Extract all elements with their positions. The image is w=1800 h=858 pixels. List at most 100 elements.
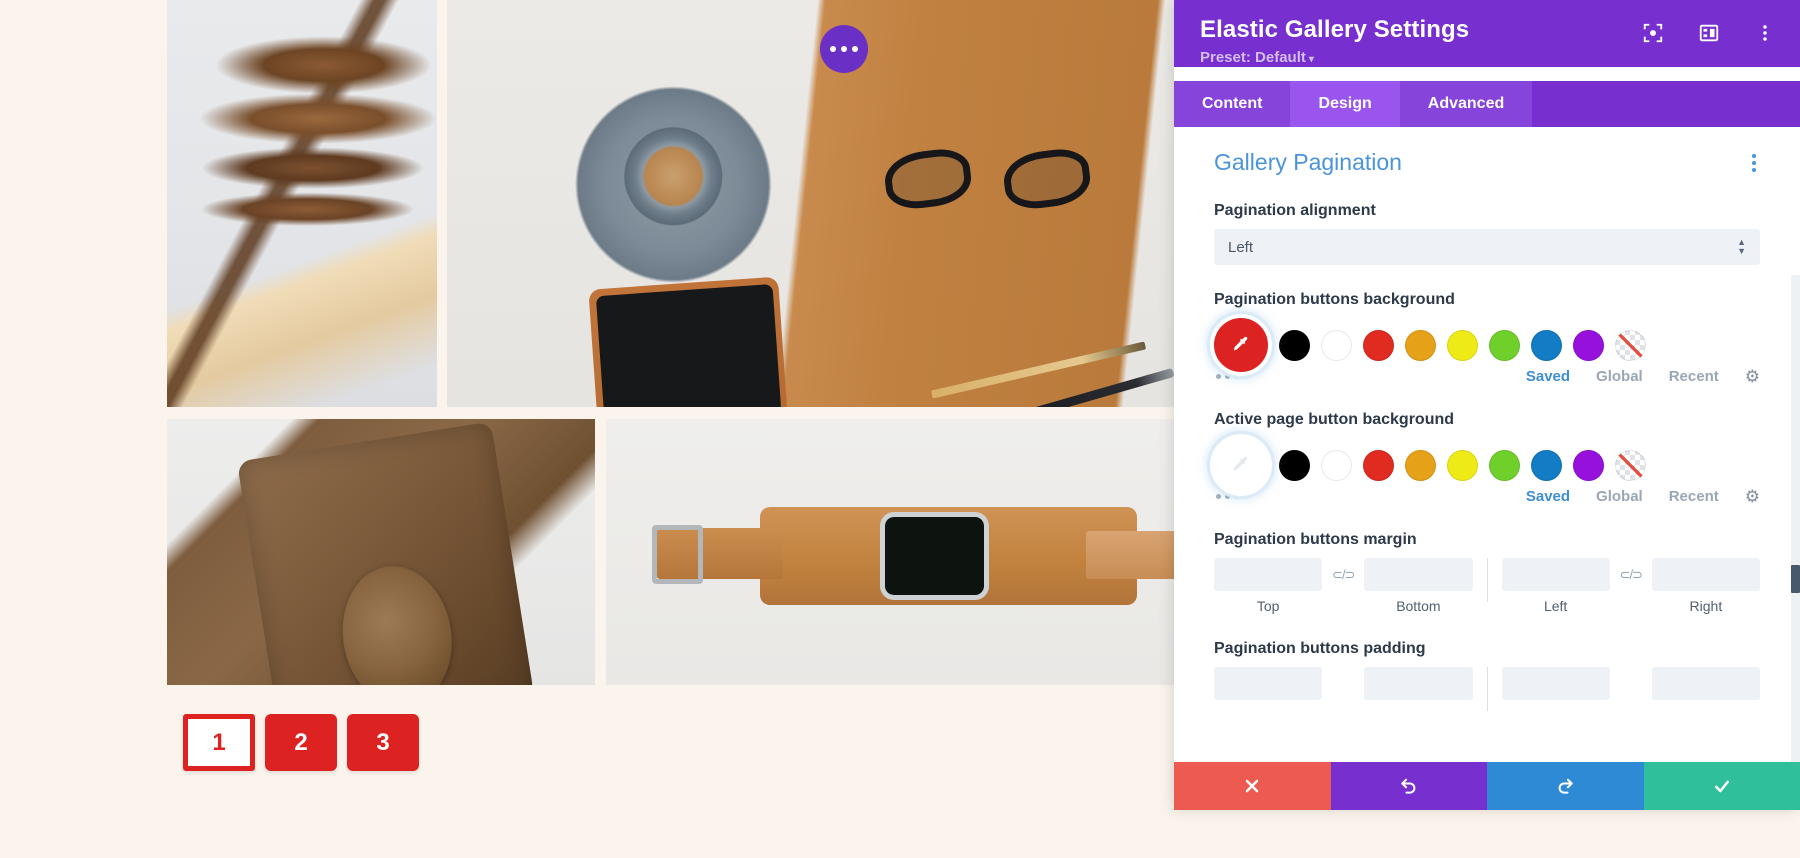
dot-icon	[1216, 374, 1221, 379]
swatch-transparent[interactable]	[1615, 329, 1646, 361]
pagination-buttons-margin-group: Top ⊂/⊃ Bottom Left ⊂/⊃ Right	[1214, 558, 1760, 614]
palette-tab-recent[interactable]: Recent	[1669, 488, 1719, 505]
padding-bottom-input[interactable]	[1364, 667, 1473, 700]
dot-icon	[1752, 167, 1756, 172]
section-menu-vertical-dots-icon[interactable]	[1748, 150, 1760, 176]
pagination-alignment-select[interactable]: Left ▲ ▼	[1214, 229, 1760, 265]
swatch-red[interactable]	[1363, 449, 1394, 481]
redo-icon	[1558, 778, 1573, 794]
swatch-transparent[interactable]	[1615, 449, 1646, 481]
check-icon	[1714, 780, 1729, 793]
palette-tab-saved[interactable]: Saved	[1526, 488, 1570, 505]
margin-right-input[interactable]	[1651, 558, 1760, 591]
swatch-black[interactable]	[1279, 329, 1310, 361]
pagination-page-1[interactable]: 1	[183, 714, 255, 771]
margin-left-input[interactable]	[1501, 558, 1610, 591]
palette-tab-global[interactable]: Global	[1596, 368, 1643, 385]
link-values-icon[interactable]	[1322, 667, 1364, 676]
dot-icon	[852, 46, 858, 52]
swatch-white[interactable]	[1321, 329, 1352, 361]
padding-top-input[interactable]	[1214, 667, 1323, 700]
gear-icon[interactable]: ⚙	[1745, 368, 1760, 385]
focus-target-icon[interactable]	[1642, 22, 1664, 44]
undo-button[interactable]	[1330, 762, 1487, 810]
swatch-purple[interactable]	[1573, 449, 1604, 481]
swatch-blue[interactable]	[1531, 329, 1562, 361]
margin-bottom-cell: Bottom	[1364, 558, 1473, 614]
vertical-dots-icon[interactable]	[1754, 22, 1776, 44]
link-values-icon[interactable]: ⊂/⊃	[1322, 558, 1364, 583]
swatch-purple[interactable]	[1573, 329, 1604, 361]
gallery-image-camera-case[interactable]	[167, 419, 595, 685]
gallery-pagination: 1 2 3	[183, 714, 419, 771]
panel-body: Gallery Pagination Pagination alignment …	[1174, 127, 1800, 762]
swatch-blue[interactable]	[1531, 449, 1562, 481]
margin-bottom-caption: Bottom	[1396, 598, 1441, 614]
palette-tab-recent[interactable]: Recent	[1669, 368, 1719, 385]
label-pagination-buttons-margin: Pagination buttons margin	[1214, 531, 1417, 548]
color-picker-selected-pagination-bg[interactable]	[1214, 318, 1268, 372]
dot-icon	[1234, 494, 1239, 499]
panel-header: Elastic Gallery Settings Preset: Default…	[1174, 0, 1800, 67]
tab-advanced[interactable]: Advanced	[1399, 81, 1533, 127]
panel-header-icons	[1642, 22, 1776, 44]
gear-icon[interactable]: ⚙	[1745, 488, 1760, 505]
swatch-orange[interactable]	[1405, 449, 1436, 481]
swatch-yellow[interactable]	[1447, 449, 1478, 481]
margin-bottom-input[interactable]	[1364, 558, 1473, 591]
panel-scrollbar-track[interactable]	[1791, 275, 1800, 762]
gallery-image-leather-watch[interactable]	[606, 419, 1177, 685]
swatch-orange[interactable]	[1405, 329, 1436, 361]
gallery-image-leather-cords[interactable]	[167, 0, 437, 407]
link-values-icon[interactable]: ⊂/⊃	[1610, 558, 1652, 583]
margin-top-input[interactable]	[1214, 558, 1323, 591]
swatch-white[interactable]	[1321, 449, 1352, 481]
padding-right-input[interactable]	[1651, 667, 1760, 700]
camera-lens-shape	[332, 558, 462, 685]
preset-selector[interactable]: Preset: Default ▾	[1200, 49, 1314, 66]
preset-label: Preset: Default	[1200, 49, 1306, 66]
palette-tabs: Saved Global Recent ⚙	[1526, 488, 1760, 505]
layout-panel-icon[interactable]	[1698, 22, 1720, 44]
swatch-green[interactable]	[1489, 329, 1520, 361]
tab-design[interactable]: Design	[1290, 81, 1400, 127]
save-button[interactable]	[1643, 762, 1800, 810]
swatch-yellow[interactable]	[1447, 329, 1478, 361]
pagination-bg-palette-meta: Saved Global Recent ⚙	[1214, 368, 1760, 385]
dot-icon	[1225, 494, 1230, 499]
panel-scrollbar-thumb[interactable]	[1791, 565, 1800, 593]
dot-icon	[1216, 494, 1221, 499]
label-active-page-button-background: Active page button background	[1214, 411, 1455, 428]
padding-right-cell	[1651, 667, 1760, 700]
padding-bottom-cell	[1364, 667, 1473, 700]
padding-left-input[interactable]	[1501, 667, 1610, 700]
palette-tab-saved[interactable]: Saved	[1526, 368, 1570, 385]
dot-icon	[841, 46, 847, 52]
section-title: Gallery Pagination	[1214, 149, 1402, 175]
color-picker-selected-active-bg[interactable]	[1214, 438, 1268, 492]
pagination-buttons-padding-group	[1214, 667, 1760, 711]
margin-right-cell: Right	[1651, 558, 1760, 614]
tab-content[interactable]: Content	[1174, 81, 1291, 127]
gallery-image-coffee-notebook[interactable]	[447, 0, 1177, 407]
pagination-page-2[interactable]: 2	[265, 714, 337, 771]
panel-tabs: Content Design Advanced	[1174, 81, 1800, 127]
margin-top-caption: Top	[1256, 598, 1280, 614]
swatch-red[interactable]	[1363, 329, 1394, 361]
pagination-buttons-background-swatches	[1214, 318, 1760, 372]
dot-icon	[1752, 153, 1756, 158]
active-page-button-background-swatches	[1214, 438, 1760, 492]
swatch-green[interactable]	[1489, 449, 1520, 481]
close-icon	[1246, 779, 1259, 793]
margin-left-cell: Left	[1501, 558, 1610, 614]
margin-horizontal-pair: Left ⊂/⊃ Right	[1501, 558, 1760, 614]
redo-button[interactable]	[1487, 762, 1644, 810]
swatch-black[interactable]	[1279, 449, 1310, 481]
pagination-page-3[interactable]: 3	[347, 714, 419, 771]
cancel-button[interactable]	[1174, 762, 1331, 810]
gallery-more-options-button[interactable]	[820, 25, 868, 73]
link-values-icon[interactable]	[1610, 667, 1652, 676]
margin-top-cell: Top	[1214, 558, 1323, 614]
margin-left-caption: Left	[1543, 598, 1568, 614]
palette-tab-global[interactable]: Global	[1596, 488, 1643, 505]
